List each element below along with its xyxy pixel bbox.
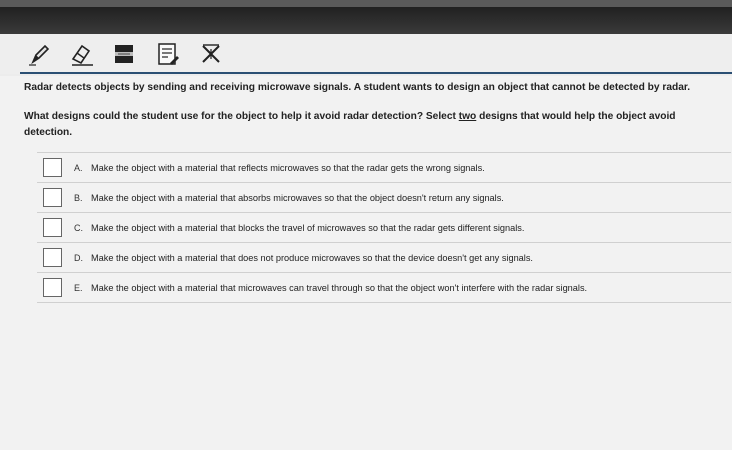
answer-option-a[interactable]: A. Make the object with a material that … [37, 152, 731, 182]
answer-eliminator-icon[interactable] [197, 40, 225, 68]
option-text: Make the object with a material that doe… [91, 252, 533, 263]
option-text: Make the object with a material that mic… [91, 282, 588, 293]
option-text: Make the object with a material that ref… [91, 162, 485, 173]
checkbox[interactable] [43, 248, 62, 267]
eraser-icon[interactable] [68, 40, 96, 68]
answer-option-d[interactable]: D. Make the object with a material that … [37, 242, 731, 272]
question-stem: Radar detects objects by sending and rec… [24, 82, 691, 93]
tool-bar [0, 34, 732, 74]
toolbar-divider [20, 72, 732, 74]
answer-option-b[interactable]: B. Make the object with a material that … [37, 182, 731, 212]
answer-options: A. Make the object with a material that … [37, 152, 731, 303]
prompt-emphasis: two [458, 111, 477, 122]
option-letter: E. [74, 282, 83, 293]
answer-option-e[interactable]: E. Make the object with a material that … [37, 272, 731, 303]
option-letter: D. [74, 252, 83, 263]
prompt-text-start: What designs could the student use for t… [24, 111, 459, 122]
option-letter: B. [74, 192, 83, 203]
bezel-strip [0, 0, 732, 7]
option-text: Make the object with a material that blo… [91, 222, 525, 233]
option-letter: A. [74, 162, 83, 173]
pencil-icon[interactable] [26, 40, 54, 68]
checkbox[interactable] [43, 158, 62, 177]
checkbox[interactable] [43, 188, 62, 207]
answer-option-c[interactable]: C. Make the object with a material that … [37, 212, 731, 242]
question-prompt: What designs could the student use for t… [24, 109, 714, 141]
checkbox[interactable] [43, 218, 62, 237]
option-letter: C. [74, 222, 83, 233]
option-text: Make the object with a material that abs… [91, 192, 504, 203]
screen-bezel [0, 0, 732, 34]
checkbox[interactable] [43, 278, 62, 297]
line-reader-icon[interactable] [110, 40, 138, 68]
question-panel: Radar detects objects by sending and rec… [0, 76, 732, 450]
notepad-icon[interactable] [154, 40, 182, 68]
